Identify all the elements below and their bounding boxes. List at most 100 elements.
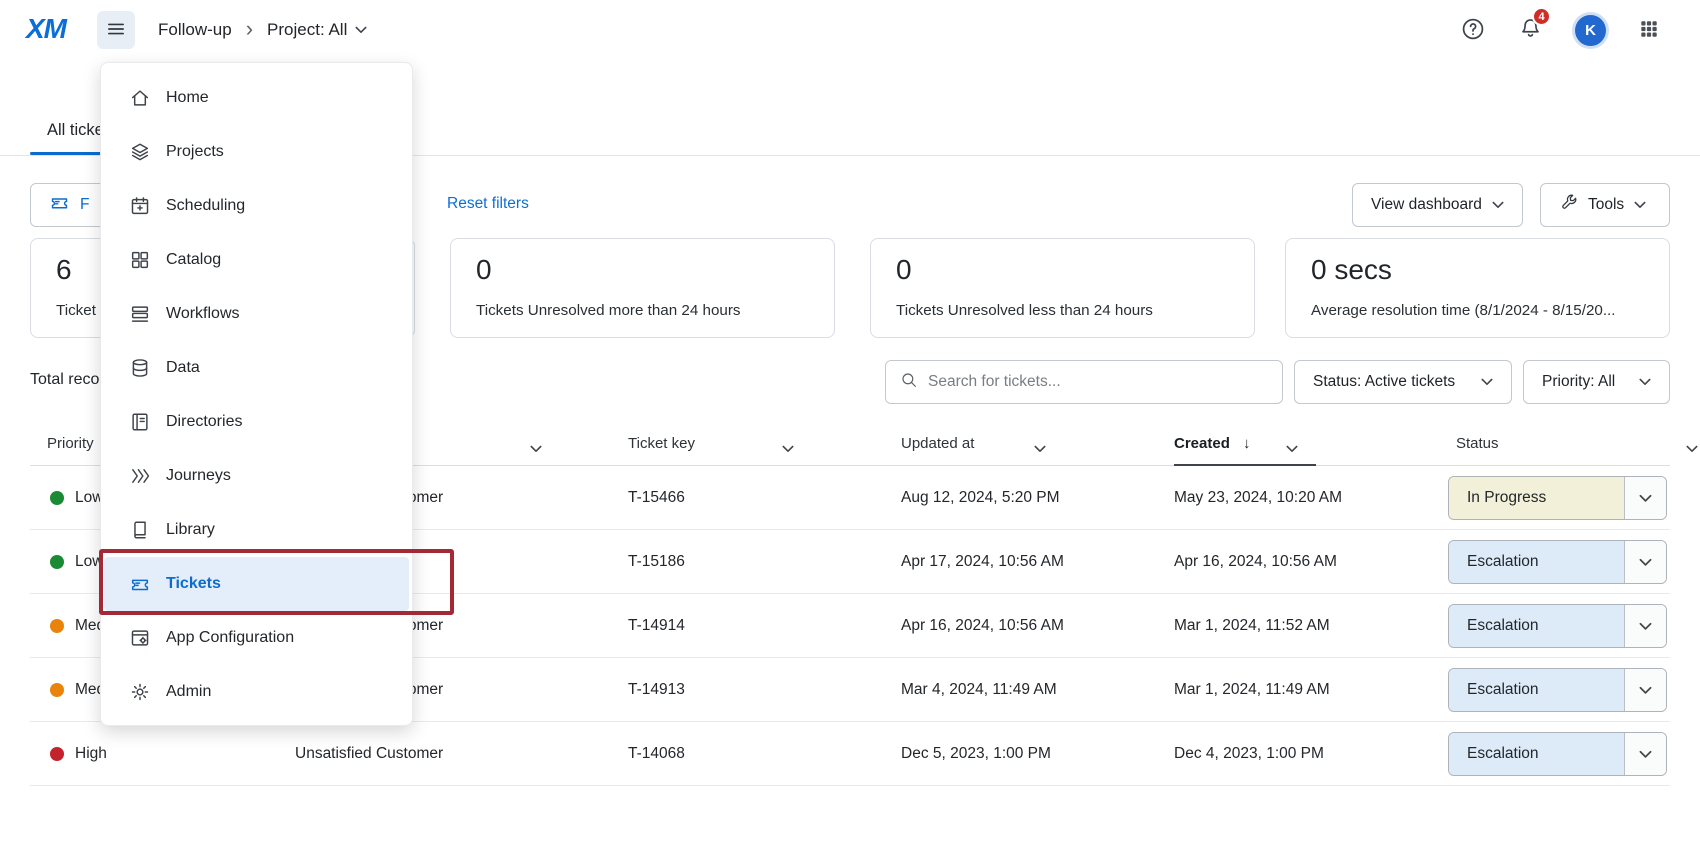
help-button[interactable] [1460,16,1486,45]
updated-at-cell: Aug 12, 2024, 5:20 PM [901,489,1060,507]
xm-logo: XM [26,13,66,45]
stat-card-unresolved-less-24h: 0 Tickets Unresolved less than 24 hours [870,238,1255,338]
menu-item-directories[interactable]: Directories [101,395,412,449]
ticket-key-cell: T-14913 [628,681,685,699]
workflows-icon [129,303,151,325]
menu-item-scheduling[interactable]: Scheduling [101,179,412,233]
stat-card-unresolved-more-24h: 0 Tickets Unresolved more than 24 hours [450,238,835,338]
column-header-status: Status [1456,435,1499,452]
menu-item-projects[interactable]: Projects [101,125,412,179]
stat-card-avg-resolution-time: 0 secs Average resolution time (8/1/2024… [1285,238,1670,338]
menu-item-catalog[interactable]: Catalog [101,233,412,287]
column-menu-chevron-icon[interactable] [1034,440,1046,457]
menu-item-workflows[interactable]: Workflows [101,287,412,341]
menu-item-data[interactable]: Data [101,341,412,395]
chevron-down-icon [1624,477,1666,519]
status-badge: Escalation [1449,669,1624,711]
ticket-key-cell: T-15466 [628,489,685,507]
hamburger-menu-button[interactable] [97,11,135,49]
stat-value: 0 [476,254,492,286]
chevron-down-icon [1624,605,1666,647]
stat-label: Average resolution time (8/1/2024 - 8/15… [1311,302,1616,319]
sort-descending-icon: ↓ [1243,435,1251,452]
column-menu-chevron-icon[interactable] [782,440,794,457]
data-icon [129,357,151,379]
created-cell: Mar 1, 2024, 11:49 AM [1174,681,1330,699]
updated-at-cell: Mar 4, 2024, 11:49 AM [901,681,1057,699]
app-configuration-icon [129,627,151,649]
scheduling-icon [129,195,151,217]
menu-item-tickets[interactable]: Tickets [104,557,409,611]
column-header-updated-at: Updated at [901,435,974,452]
status-filter-dropdown[interactable]: Status: Active tickets [1294,360,1512,404]
project-selector[interactable]: Project: All [267,20,367,40]
stat-value: 6 [56,254,72,286]
user-avatar[interactable]: K [1575,15,1606,46]
menu-item-home[interactable]: Home [101,71,412,125]
column-header-created[interactable]: Created [1174,435,1230,452]
status-badge: Escalation [1449,605,1624,647]
view-dashboard-button[interactable]: View dashboard [1352,183,1523,227]
status-badge: In Progress [1449,477,1624,519]
reset-filters-link[interactable]: Reset filters [447,195,529,213]
ticket-filter-label: F [80,196,89,214]
menu-item-library[interactable]: Library [101,503,412,557]
ticket-key-cell: T-15186 [628,553,685,571]
created-cell: Apr 16, 2024, 10:56 AM [1174,553,1337,571]
chevron-down-icon [355,26,367,34]
status-dropdown[interactable]: In Progress [1448,476,1667,520]
grid-apps-icon [1638,18,1660,43]
column-menu-chevron-icon[interactable] [1286,440,1298,457]
hamburger-icon [105,18,127,43]
chevron-down-icon [1481,378,1493,386]
priority-dot [50,683,64,697]
ticket-icon [49,192,70,218]
menu-item-admin[interactable]: Admin [101,665,412,719]
created-cell: Dec 4, 2023, 1:00 PM [1174,745,1324,763]
status-dropdown[interactable]: Escalation [1448,668,1667,712]
help-icon [1460,16,1486,45]
journeys-icon [129,465,151,487]
app-switcher-button[interactable] [1638,18,1660,43]
tickets-icon [129,573,151,595]
chevron-down-icon [1639,378,1651,386]
project-selector-label: Project: All [267,20,347,40]
top-bar: XM Follow-up › Project: All 4 K [0,0,1700,60]
column-menu-chevron-icon[interactable] [1686,440,1698,457]
admin-icon [129,681,151,703]
menu-item-journeys[interactable]: Journeys [101,449,412,503]
stat-label: Tickets Unresolved more than 24 hours [476,302,741,319]
created-cell: Mar 1, 2024, 11:52 AM [1174,617,1330,635]
column-header-priority: Priority [47,435,94,452]
updated-at-cell: Apr 16, 2024, 10:56 AM [901,617,1064,635]
notification-count-badge: 4 [1532,7,1551,26]
updated-at-cell: Apr 17, 2024, 10:56 AM [901,553,1064,571]
priority-filter-dropdown[interactable]: Priority: All [1523,360,1670,404]
chevron-down-icon [1624,541,1666,583]
catalog-icon [129,249,151,271]
search-input[interactable] [928,373,1268,391]
status-badge: Escalation [1449,733,1624,775]
global-nav-menu: Home Projects Scheduling Catalog Workflo… [100,62,413,726]
stat-value: 0 [896,254,912,286]
ticket-key-cell: T-14914 [628,617,685,635]
breadcrumb-separator-icon: › [246,18,253,43]
ticket-name-cell: Unsatisfied Customer [295,745,443,763]
menu-item-app-configuration[interactable]: App Configuration [101,611,412,665]
view-dashboard-label: View dashboard [1371,196,1482,214]
status-filter-label: Status: Active tickets [1313,373,1455,391]
table-row[interactable]: High Unsatisfied Customer T-14068 Dec 5,… [30,722,1670,786]
status-dropdown[interactable]: Escalation [1448,732,1667,776]
priority-filter-label: Priority: All [1542,373,1615,391]
ticket-search [885,360,1283,404]
directories-icon [129,411,151,433]
status-dropdown[interactable]: Escalation [1448,604,1667,648]
breadcrumb-section: Follow-up [158,20,232,40]
status-dropdown[interactable]: Escalation [1448,540,1667,584]
notifications-button[interactable]: 4 [1518,16,1543,44]
column-menu-chevron-icon[interactable] [530,440,542,457]
priority-dot [50,491,64,505]
search-icon [900,371,918,394]
tools-button[interactable]: Tools [1540,183,1670,227]
topbar-actions: 4 K [1460,0,1660,60]
